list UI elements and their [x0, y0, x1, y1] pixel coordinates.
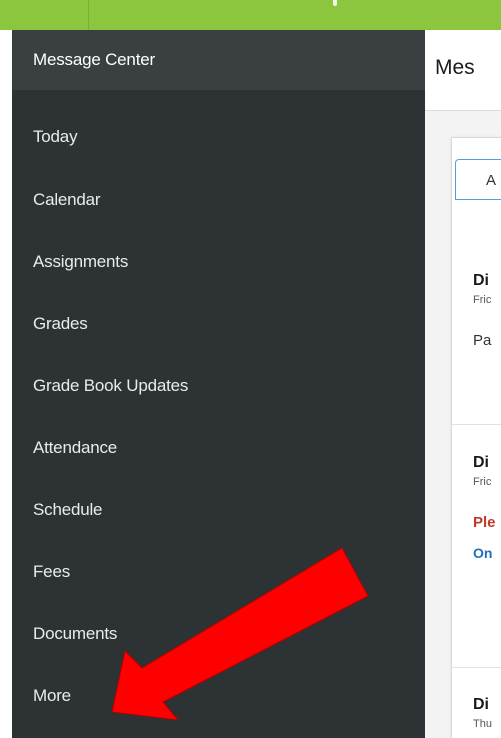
message-title: Di — [473, 454, 489, 471]
sidebar-item-label: Grades — [33, 314, 88, 333]
sidebar-item-label: Attendance — [33, 438, 118, 457]
sidebar-item-label: Message Center — [33, 50, 155, 69]
sidebar-item-schedule[interactable]: Schedule — [12, 479, 425, 541]
sidebar-item-documents[interactable]: Documents — [12, 603, 425, 665]
sidebar-nav: Message Center Today Calendar Assignment… — [12, 30, 425, 738]
top-header-bar — [0, 0, 501, 30]
message-body: Pa — [473, 332, 492, 349]
app-screen: Message Center Today Calendar Assignment… — [0, 0, 501, 738]
sidebar-item-label: Assignments — [33, 252, 129, 271]
message-date: Thu — [473, 718, 492, 730]
sidebar-item-message-center[interactable]: Message Center — [12, 30, 425, 90]
page-header: Mes — [425, 30, 501, 111]
sidebar-item-fees[interactable]: Fees — [12, 541, 425, 603]
message-title: Di — [473, 272, 489, 289]
sidebar-item-label: Calendar — [33, 190, 101, 209]
tab-underline — [455, 199, 501, 200]
sidebar-item-grade-book-updates[interactable]: Grade Book Updates — [12, 355, 425, 417]
message-date: Fric — [473, 294, 492, 306]
sidebar-item-label: Today — [33, 127, 78, 146]
main-panel: Mes A Di Fric Pa Di Fric Ple On Di Thu — [425, 30, 501, 738]
sidebar-item-label: Schedule — [33, 500, 103, 519]
tab-all[interactable]: A — [455, 159, 501, 199]
sidebar-item-assignments[interactable]: Assignments — [12, 231, 425, 293]
sidebar-item-attendance[interactable]: Attendance — [12, 417, 425, 479]
message-date: Fric — [473, 476, 492, 488]
message-title: Di — [473, 696, 489, 713]
message-link[interactable]: On — [473, 545, 492, 561]
sidebar-item-label: Documents — [33, 624, 118, 643]
sidebar-item-calendar[interactable]: Calendar — [12, 169, 425, 231]
sidebar-item-more[interactable]: More — [12, 665, 425, 727]
message-divider — [452, 667, 501, 668]
sidebar-item-label: Fees — [33, 562, 70, 581]
header-fragment — [333, 0, 337, 6]
message-divider — [452, 424, 501, 425]
sidebar-item-today[interactable]: Today — [12, 106, 425, 168]
sidebar-item-grades[interactable]: Grades — [12, 293, 425, 355]
tab-label: A — [486, 172, 497, 189]
message-card: A Di Fric Pa Di Fric Ple On Di Thu — [451, 137, 501, 738]
page-title: Mes — [435, 56, 475, 79]
message-warning: Ple — [473, 514, 496, 531]
header-divider — [88, 0, 89, 30]
sidebar-item-label: More — [33, 686, 71, 705]
sidebar-item-label: Grade Book Updates — [33, 376, 189, 395]
